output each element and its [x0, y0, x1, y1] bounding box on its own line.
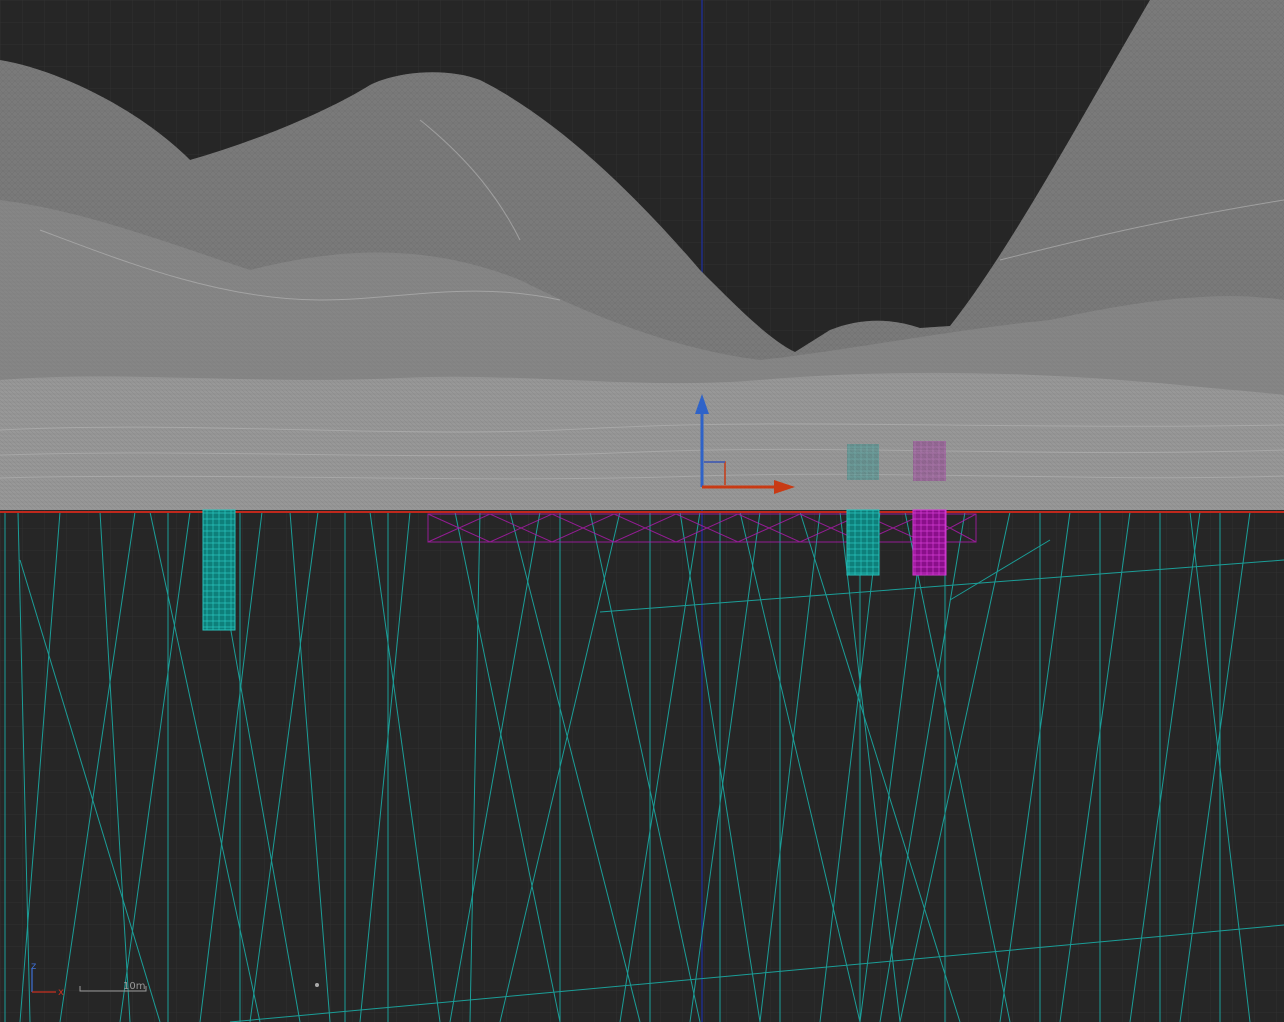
- cyan-object-left[interactable]: [202, 509, 236, 631]
- scale-bar-label: 10m: [123, 981, 145, 992]
- cyan-object-right-ghost: [847, 444, 879, 480]
- 3d-viewport[interactable]: z x 10m: [0, 0, 1284, 1022]
- axis-x-label: x: [58, 987, 64, 998]
- cyan-object-right[interactable]: [846, 509, 880, 576]
- cursor-dot: [315, 983, 319, 987]
- magenta-object[interactable]: [912, 509, 947, 576]
- axis-z-label: z: [31, 961, 36, 972]
- magenta-object-ghost: [913, 441, 946, 481]
